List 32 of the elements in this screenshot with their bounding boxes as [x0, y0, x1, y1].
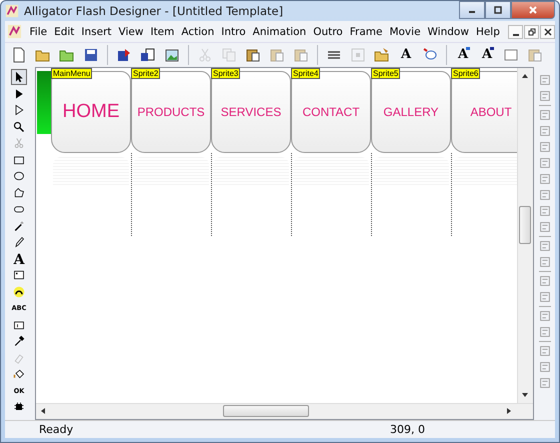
- sprite-tag: Sprite2: [131, 68, 160, 79]
- sprite-tag: Sprite5: [371, 68, 400, 79]
- status-text: Ready: [39, 423, 74, 436]
- text-style-button[interactable]: A: [455, 47, 471, 63]
- menu-item[interactable]: File: [26, 26, 51, 38]
- menu-item[interactable]: Movie: [386, 26, 424, 38]
- menu-item[interactable]: Help: [472, 26, 504, 38]
- menu-label: CONTACT: [302, 105, 360, 119]
- menu-item[interactable]: Insert: [78, 26, 116, 38]
- menu-label: SERVICES: [220, 105, 282, 119]
- window-title: Alligator Flash Designer - [Untitled Template]: [24, 4, 284, 18]
- cursor-position: 309, 0: [390, 423, 425, 436]
- text-button[interactable]: A: [398, 47, 414, 63]
- sprite-tag: Sprite6: [451, 68, 480, 79]
- menu-item[interactable]: View: [115, 26, 147, 38]
- menu-item[interactable]: Animation: [249, 26, 310, 38]
- menu-item[interactable]: Action: [178, 26, 218, 38]
- menu-item[interactable]: Item: [146, 26, 178, 38]
- text-style-button[interactable]: A: [479, 47, 495, 63]
- sprite-tag: Sprite4: [291, 68, 320, 79]
- sprite-tag: Sprite3: [211, 68, 240, 79]
- menu-label: ABOUT: [470, 105, 512, 119]
- sprite-tag: MainMenu: [51, 68, 92, 79]
- menu-item[interactable]: Frame: [346, 26, 386, 38]
- menu-item[interactable]: Edit: [50, 26, 78, 38]
- menu-label: PRODUCTS: [137, 105, 205, 119]
- menu-item[interactable]: Outro: [310, 26, 346, 38]
- menu-label: HOME: [62, 101, 120, 123]
- menu-item[interactable]: Intro: [218, 26, 250, 38]
- menu-item[interactable]: Window: [424, 26, 472, 38]
- text-tool[interactable]: A: [10, 250, 28, 266]
- menu-label: GALLERY: [383, 105, 439, 119]
